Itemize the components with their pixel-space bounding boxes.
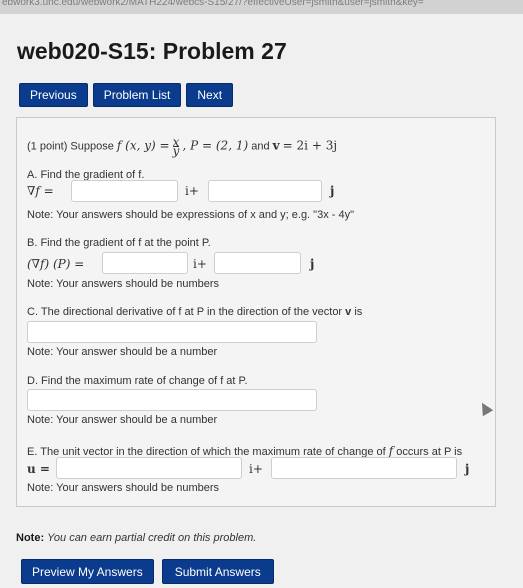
function-fraction: x y bbox=[172, 136, 180, 158]
part-e-lhs: u = bbox=[27, 462, 50, 476]
partial-credit-note: Note: You can earn partial credit on thi… bbox=[16, 532, 256, 544]
problem-nav: Previous Problem List Next bbox=[19, 83, 234, 107]
part-d-prompt: D. Find the maximum rate of change of f … bbox=[27, 375, 248, 387]
part-c-note: Note: Your answer should be a number bbox=[27, 346, 218, 358]
part-b-lhs: (∇f) (P) = bbox=[27, 257, 85, 271]
part-c-prompt-end: is bbox=[354, 306, 363, 318]
part-e-prompt-row: E. The unit vector in the direction of w… bbox=[27, 444, 462, 458]
vector-v-label: v bbox=[272, 138, 280, 153]
part-e-j-input[interactable] bbox=[271, 457, 457, 479]
part-c-prompt: C. The directional derivative of f at P … bbox=[27, 306, 343, 318]
part-e-i-input[interactable] bbox=[56, 457, 242, 479]
browser-url-bar[interactable]: ebwork3.unc.edu/webwork2/MATH224/webcs-S… bbox=[0, 0, 523, 14]
part-b-i-separator: i+ bbox=[193, 257, 207, 271]
part-e-j-separator: j bbox=[465, 462, 470, 476]
point-definition: , P = (2, 1) bbox=[182, 138, 249, 153]
note-label: Note: bbox=[16, 532, 45, 544]
problem-box: (1 point) Suppose f (x, y) = x y , P = (… bbox=[16, 117, 496, 507]
fraction-denominator: y bbox=[172, 144, 180, 158]
part-b-j-separator: j bbox=[310, 257, 315, 271]
part-a-note: Note: Your answers should be expressions… bbox=[27, 209, 354, 221]
preview-answers-button[interactable]: Preview My Answers bbox=[21, 559, 154, 584]
problem-statement: (1 point) Suppose f (x, y) = x y , P = (… bbox=[27, 136, 338, 158]
and-text: and bbox=[251, 140, 270, 153]
part-b-j-input[interactable] bbox=[214, 252, 301, 274]
url-text: ebwork3.unc.edu/webwork2/MATH224/webcs-S… bbox=[2, 0, 424, 8]
part-c-vector-v: v bbox=[345, 306, 352, 318]
part-e-note: Note: Your answers should be numbers bbox=[27, 482, 220, 494]
part-a-j-input[interactable] bbox=[208, 180, 322, 202]
part-a-i-separator: i+ bbox=[185, 184, 199, 198]
part-d-note: Note: Your answer should be a number bbox=[27, 414, 218, 426]
part-a-j-separator: j bbox=[330, 184, 335, 198]
part-b-i-input[interactable] bbox=[102, 252, 188, 274]
points-text: (1 point) Suppose bbox=[27, 140, 114, 153]
part-e-f: f bbox=[388, 444, 394, 458]
part-c-input[interactable] bbox=[27, 321, 317, 343]
function-definition: f (x, y) = bbox=[116, 138, 170, 153]
submit-controls: Preview My Answers Submit Answers bbox=[21, 559, 274, 584]
submit-answers-button[interactable]: Submit Answers bbox=[161, 559, 274, 584]
note-text: You can earn partial credit on this prob… bbox=[47, 532, 257, 544]
part-e-i-separator: i+ bbox=[249, 462, 263, 476]
part-b-note: Note: Your answers should be numbers bbox=[27, 278, 220, 290]
previous-button[interactable]: Previous bbox=[19, 83, 88, 107]
part-a-lhs: ∇f = bbox=[27, 184, 54, 198]
part-b-prompt: B. Find the gradient of f at the point P… bbox=[27, 237, 211, 249]
part-a-i-input[interactable] bbox=[71, 180, 178, 202]
vector-v-definition: = 2i + 3j bbox=[282, 138, 338, 153]
next-button[interactable]: Next bbox=[186, 83, 234, 107]
part-c-prompt-row: C. The directional derivative of f at P … bbox=[27, 306, 362, 318]
page-title: web020-S15: Problem 27 bbox=[17, 38, 287, 64]
part-d-input[interactable] bbox=[27, 389, 317, 411]
problem-list-button[interactable]: Problem List bbox=[92, 83, 182, 107]
